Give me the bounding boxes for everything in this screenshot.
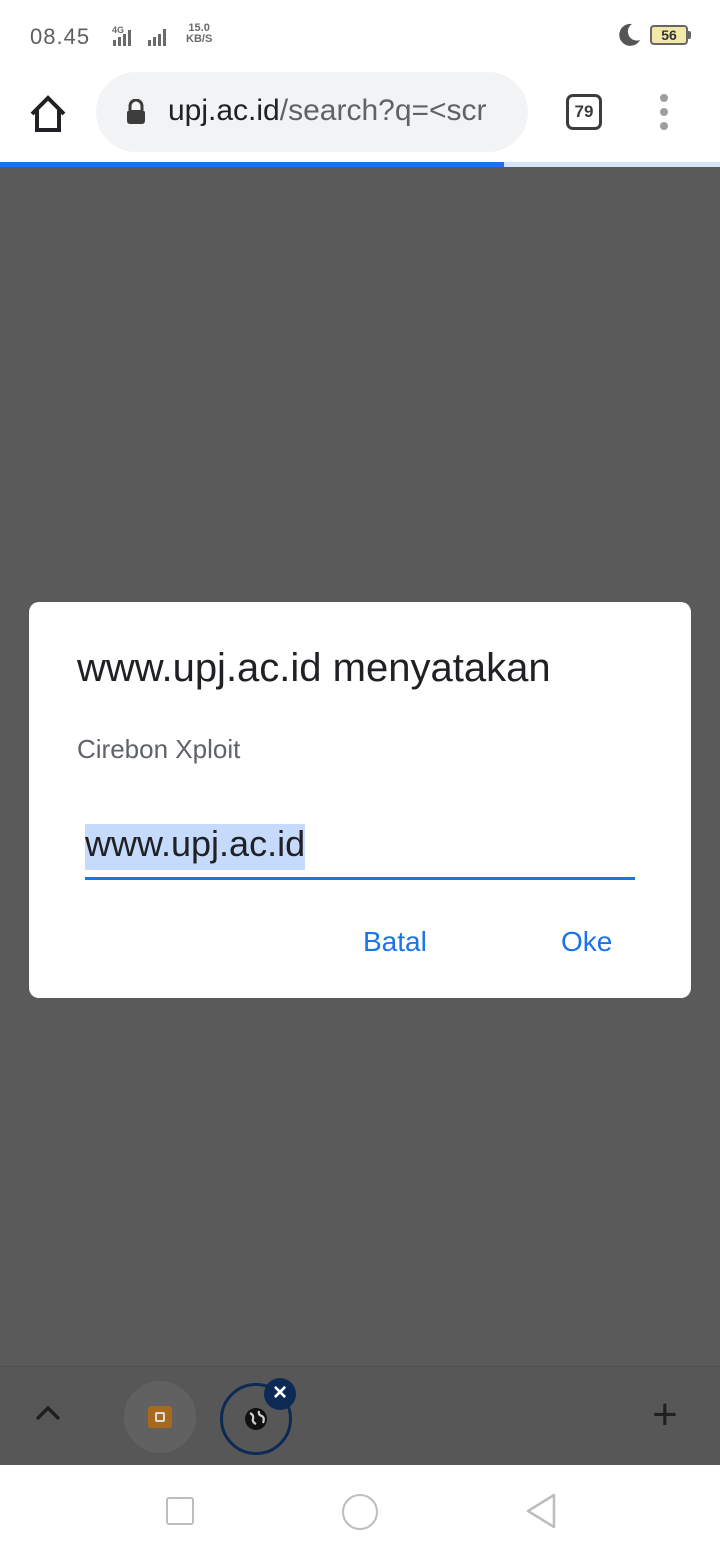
ok-button[interactable]: Oke — [561, 926, 612, 958]
battery-icon: 56 — [650, 25, 688, 45]
prompt-input[interactable]: www.upj.ac.id — [85, 822, 635, 880]
close-tab-icon[interactable]: × — [264, 1378, 296, 1410]
recents-icon[interactable] — [166, 1497, 194, 1525]
dialog-title: www.upj.ac.id menyatakan — [77, 646, 551, 690]
home-icon[interactable] — [26, 92, 70, 136]
tab-blogger[interactable] — [124, 1381, 196, 1453]
cancel-button[interactable]: Batal — [363, 926, 427, 958]
moon-icon — [619, 23, 640, 46]
speed-unit: KB/S — [186, 33, 213, 45]
js-prompt-dialog: www.upj.ac.id menyatakan Cirebon Xploit … — [29, 602, 691, 998]
lock-icon — [127, 99, 145, 124]
signal-icons: 4G — [102, 24, 182, 48]
back-icon[interactable] — [524, 1493, 558, 1529]
address-bar[interactable]: upj.ac.id/search?q=<scr — [96, 72, 528, 152]
dialog-message: Cirebon Xploit — [77, 734, 241, 764]
url-host: upj.ac.id — [168, 94, 280, 127]
network-speed: 15.0 KB/S — [186, 23, 212, 45]
bottom-tab-strip: + — [0, 1366, 720, 1464]
new-tab-button[interactable]: + — [652, 1393, 678, 1437]
page-load-progress — [0, 162, 720, 167]
tab-switcher-button[interactable]: 79 — [566, 94, 602, 130]
chevron-up-icon[interactable] — [34, 1403, 62, 1423]
page-load-progress-fill — [0, 162, 504, 167]
browser-toolbar: upj.ac.id/search?q=<scr 79 — [0, 72, 720, 164]
url-path: /search?q=<scr — [279, 94, 487, 127]
signal-icon: 4G — [112, 25, 166, 46]
battery-tip — [688, 31, 691, 39]
overflow-menu-icon[interactable] — [654, 94, 674, 134]
svg-text:4G: 4G — [112, 25, 124, 35]
home-circle-icon[interactable] — [342, 1494, 378, 1530]
system-nav-bar — [0, 1465, 720, 1560]
prompt-input-value[interactable]: www.upj.ac.id — [85, 824, 306, 870]
url-text: upj.ac.id/search?q=<scr — [168, 94, 513, 128]
status-bar: 08.45 4G 15.0 KB/S 56 — [0, 0, 720, 72]
clock: 08.45 — [30, 24, 91, 49]
blogger-favicon — [148, 1406, 172, 1428]
globe-favicon — [245, 1408, 267, 1430]
